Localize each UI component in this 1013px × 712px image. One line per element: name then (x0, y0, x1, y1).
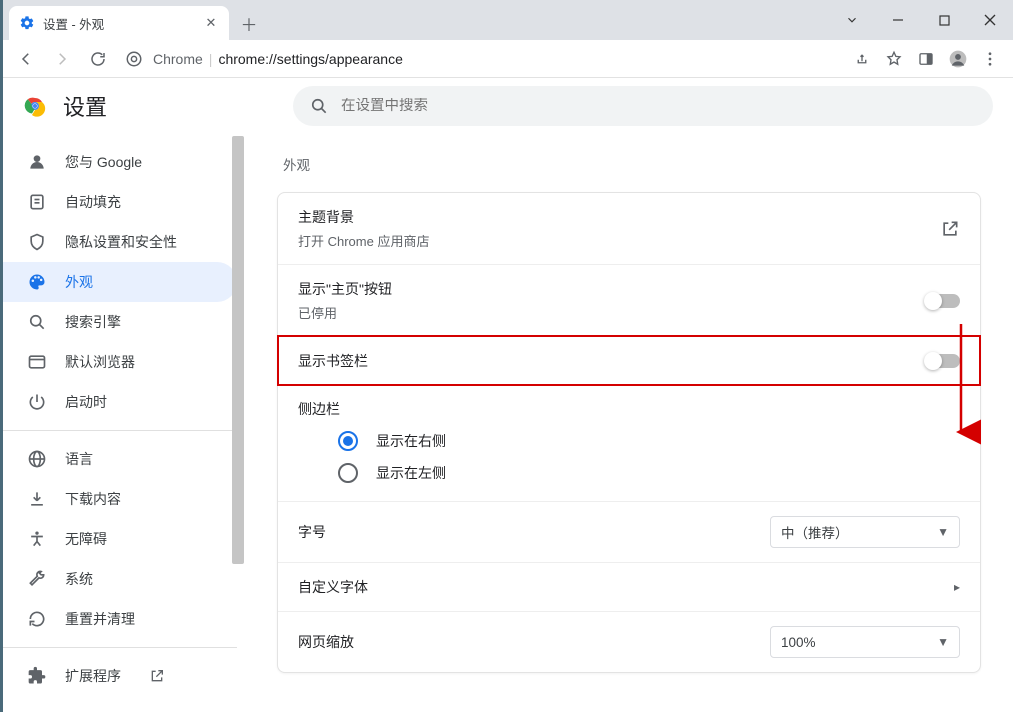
sidepanel-icon[interactable] (911, 44, 941, 74)
reload-button[interactable] (83, 44, 113, 74)
close-window-button[interactable] (967, 5, 1013, 35)
row-side-panel-heading: 侧边栏 (278, 385, 980, 425)
chrome-badge-icon (125, 50, 143, 68)
page-zoom-select[interactable]: 100% ▼ (770, 626, 960, 658)
radio-right[interactable] (338, 431, 358, 451)
settings-sidebar: 您与 Google 自动填充 隐私设置和安全性 外观 搜索引擎 默认浏览器 启动… (3, 134, 245, 712)
sidebar-item-privacy[interactable]: 隐私设置和安全性 (3, 222, 237, 262)
row-page-zoom: 网页缩放 100% ▼ (278, 611, 980, 672)
row-show-bookmarks-bar: 显示书签栏 (278, 336, 980, 385)
sidebar-item-languages[interactable]: 语言 (3, 439, 237, 479)
gear-icon (19, 15, 35, 31)
url-text: Chrome | chrome://settings/appearance (153, 51, 403, 67)
browser-tab[interactable]: 设置 - 外观 ✕ (9, 6, 229, 40)
settings-search[interactable] (293, 86, 993, 126)
omnibox[interactable]: Chrome | chrome://settings/appearance (119, 50, 841, 68)
search-icon (309, 96, 329, 116)
tab-title: 设置 - 外观 (43, 14, 195, 33)
font-size-select[interactable]: 中（推荐） ▼ (770, 516, 960, 548)
sidebar-scrollbar[interactable] (231, 134, 245, 712)
row-show-home-button: 显示"主页"按钮 已停用 (278, 264, 980, 336)
sidebar-item-appearance[interactable]: 外观 (3, 262, 237, 302)
sidebar-item-search-engine[interactable]: 搜索引擎 (3, 302, 237, 342)
radio-left[interactable] (338, 463, 358, 483)
sidebar-divider (3, 647, 237, 648)
minimize-button[interactable] (875, 5, 921, 35)
share-icon[interactable] (847, 44, 877, 74)
appearance-card: 主题背景 打开 Chrome 应用商店 显示"主页"按钮 已停用 显示书签栏 (277, 192, 981, 673)
chrome-logo-icon (23, 94, 47, 118)
autofill-icon (27, 192, 47, 212)
kebab-menu-icon[interactable] (975, 44, 1005, 74)
sidebar-item-system[interactable]: 系统 (3, 559, 237, 599)
close-tab-icon[interactable]: ✕ (203, 15, 219, 31)
chevron-right-icon: ▸ (954, 580, 960, 594)
maximize-button[interactable] (921, 5, 967, 35)
row-font-size: 字号 中（推荐） ▼ (278, 501, 980, 562)
section-heading: 外观 (283, 154, 981, 174)
shield-icon (27, 232, 47, 252)
power-icon (27, 392, 47, 412)
settings-main: 外观 主题背景 打开 Chrome 应用商店 显示"主页"按钮 已停用 显示书签… (245, 134, 1013, 712)
scrollbar-thumb[interactable] (232, 136, 244, 564)
sidebar-item-accessibility[interactable]: 无障碍 (3, 519, 237, 559)
bookmark-star-icon[interactable] (879, 44, 909, 74)
profile-avatar-icon[interactable] (943, 44, 973, 74)
new-tab-button[interactable]: ＋ (235, 9, 263, 37)
row-customize-fonts[interactable]: 自定义字体 ▸ (278, 562, 980, 611)
sidebar-divider (3, 430, 237, 431)
settings-header: 设置 (3, 78, 1013, 134)
person-icon (27, 152, 47, 172)
chevron-down-icon: ▼ (937, 525, 949, 539)
sidebar-item-autofill[interactable]: 自动填充 (3, 182, 237, 222)
chevron-down-icon[interactable] (829, 5, 875, 35)
chevron-down-icon: ▼ (937, 635, 949, 649)
bookmarks-bar-toggle[interactable] (926, 354, 960, 368)
back-button[interactable] (11, 44, 41, 74)
sidebar-item-extensions[interactable]: 扩展程序 (3, 656, 237, 696)
globe-icon (27, 449, 47, 469)
external-link-icon (940, 219, 960, 239)
search-icon (27, 312, 47, 332)
browser-icon (27, 352, 47, 372)
sidebar-item-on-startup[interactable]: 启动时 (3, 382, 237, 422)
row-side-panel-left[interactable]: 显示在左侧 (278, 457, 980, 501)
page-title: 设置 (63, 90, 107, 122)
home-button-toggle[interactable] (926, 294, 960, 308)
sidebar-item-you-and-google[interactable]: 您与 Google (3, 142, 237, 182)
window-controls (829, 3, 1013, 37)
forward-button[interactable] (47, 44, 77, 74)
window-titlebar: 设置 - 外观 ✕ ＋ (3, 0, 1013, 40)
settings-search-input[interactable] (341, 98, 977, 114)
extension-icon (27, 666, 47, 686)
reset-icon (27, 609, 47, 629)
sidebar-item-default-browser[interactable]: 默认浏览器 (3, 342, 237, 382)
row-side-panel-right[interactable]: 显示在右侧 (278, 425, 980, 457)
sidebar-item-downloads[interactable]: 下载内容 (3, 479, 237, 519)
palette-icon (27, 272, 47, 292)
download-icon (27, 489, 47, 509)
row-theme[interactable]: 主题背景 打开 Chrome 应用商店 (278, 193, 980, 264)
sidebar-item-reset[interactable]: 重置并清理 (3, 599, 237, 639)
wrench-icon (27, 569, 47, 589)
browser-toolbar: Chrome | chrome://settings/appearance (3, 40, 1013, 78)
external-link-icon (147, 666, 167, 686)
accessibility-icon (27, 529, 47, 549)
